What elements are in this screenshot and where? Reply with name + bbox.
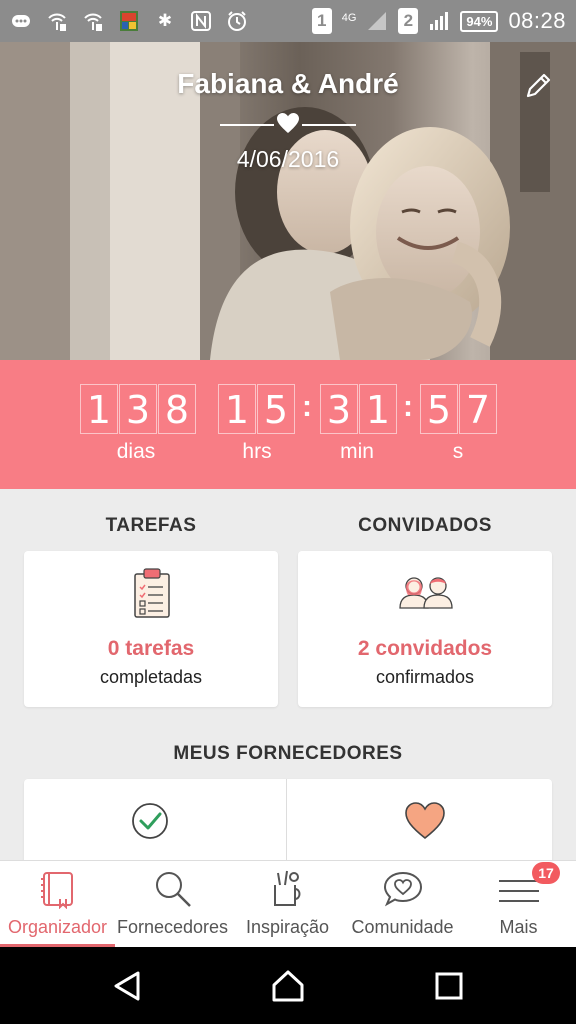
battery-indicator: 94% bbox=[460, 10, 499, 32]
bottom-navigation: Organizador Fornecedores Inspiração Comu… bbox=[0, 860, 576, 948]
back-icon[interactable] bbox=[110, 969, 144, 1003]
nav-label: Mais bbox=[499, 917, 538, 937]
nav-comunidade[interactable]: Comunidade bbox=[345, 861, 460, 948]
search-icon bbox=[156, 872, 191, 907]
couple-names: Fabiana & André bbox=[177, 68, 399, 99]
nav-inspiracao[interactable]: Inspiração bbox=[230, 861, 345, 948]
wedding-countdown: 1 3 8 1 5 : 3 1 : 5 7 dias hrs min s bbox=[0, 360, 576, 489]
countdown-digit: 1 bbox=[359, 384, 397, 434]
countdown-days: 1 3 8 bbox=[80, 384, 197, 434]
notebook-icon bbox=[41, 872, 73, 909]
heart-icon[interactable] bbox=[404, 801, 446, 841]
sim1-indicator: 1 bbox=[311, 8, 332, 34]
signal-strength-icon bbox=[430, 12, 449, 30]
couple-photo-header: Fabiana & André 4/06/2016 bbox=[0, 42, 576, 360]
messenger-icon bbox=[12, 15, 30, 27]
vendors-section-title: MEUS FORNECEDORES bbox=[173, 743, 403, 764]
nav-label: Fornecedores bbox=[116, 917, 229, 937]
wifi-signal-icon bbox=[84, 13, 102, 31]
recent-apps-icon[interactable] bbox=[432, 969, 466, 1003]
system-navigation-bar bbox=[0, 947, 576, 1024]
countdown-minutes: 3 1 bbox=[320, 384, 398, 434]
nav-label: Comunidade bbox=[351, 917, 454, 937]
status-bar: ✱ 1 4G 2 94% 08:28 bbox=[0, 0, 576, 42]
status-system: 1 4G 2 94% 08:28 bbox=[311, 8, 566, 34]
countdown-digit: 5 bbox=[420, 384, 458, 434]
screen: ✱ 1 4G 2 94% 08:28 Fabiana & André 4/06/… bbox=[0, 0, 576, 1024]
countdown-label-hours: hrs bbox=[242, 440, 272, 463]
guests-count: 2 convidados bbox=[357, 637, 493, 660]
wifi-signal-icon bbox=[48, 13, 66, 31]
tasks-card[interactable]: 0 tarefas completadas bbox=[24, 551, 278, 707]
clock: 08:28 bbox=[508, 8, 566, 33]
countdown-digit: 7 bbox=[459, 384, 497, 434]
inspiration-icon bbox=[274, 870, 301, 906]
check-circle-icon[interactable] bbox=[130, 801, 170, 841]
countdown-digit: 1 bbox=[80, 384, 118, 434]
countdown-digit: 1 bbox=[218, 384, 256, 434]
bluetooth-icon: ✱ bbox=[157, 11, 173, 30]
chat-heart-icon bbox=[383, 871, 423, 907]
countdown-digit: 3 bbox=[119, 384, 157, 434]
divider-line-left bbox=[220, 124, 274, 126]
countdown-digit: 3 bbox=[320, 384, 358, 434]
countdown-separator: : bbox=[403, 390, 413, 423]
heart-icon bbox=[277, 113, 299, 133]
countdown-digit: 8 bbox=[158, 384, 196, 434]
clipboard-checklist-icon bbox=[134, 568, 170, 618]
sim2-indicator: 2 bbox=[398, 8, 419, 34]
status-notifications: ✱ bbox=[10, 10, 248, 32]
tasks-subtitle: completadas bbox=[99, 667, 203, 687]
tasks-section-title: TAREFAS bbox=[105, 515, 197, 536]
countdown-label-days: dias bbox=[116, 440, 156, 463]
countdown-label-minutes: min bbox=[340, 440, 374, 463]
guests-card[interactable]: 2 convidados confirmados bbox=[298, 551, 552, 707]
home-icon[interactable] bbox=[271, 969, 305, 1003]
wedding-date: 4/06/2016 bbox=[236, 146, 340, 172]
nav-label: Inspiração bbox=[245, 917, 330, 937]
guests-couple-icon bbox=[399, 577, 453, 609]
app-thumbnail-icon bbox=[120, 11, 138, 31]
tasks-count: 0 tarefas bbox=[107, 637, 195, 660]
guests-section-title: CONVIDADOS bbox=[358, 515, 492, 536]
countdown-label-seconds: s bbox=[452, 440, 464, 463]
edit-pencil-icon[interactable] bbox=[524, 70, 554, 100]
nav-organizador[interactable]: Organizador bbox=[0, 861, 115, 948]
divider-line-right bbox=[302, 124, 356, 126]
guests-subtitle: confirmados bbox=[375, 667, 475, 687]
nav-label: Organizador bbox=[7, 917, 108, 937]
nav-fornecedores[interactable]: Fornecedores bbox=[115, 861, 230, 948]
alarm-icon bbox=[228, 11, 246, 31]
nfc-icon bbox=[191, 11, 211, 31]
network-type: 4G bbox=[341, 12, 357, 24]
countdown-digit: 5 bbox=[257, 384, 295, 434]
countdown-hours: 1 5 bbox=[218, 384, 296, 434]
notification-badge: 17 bbox=[532, 862, 560, 884]
signal-strength-icon bbox=[368, 12, 387, 30]
countdown-seconds: 5 7 bbox=[420, 384, 498, 434]
countdown-separator: : bbox=[302, 390, 312, 423]
